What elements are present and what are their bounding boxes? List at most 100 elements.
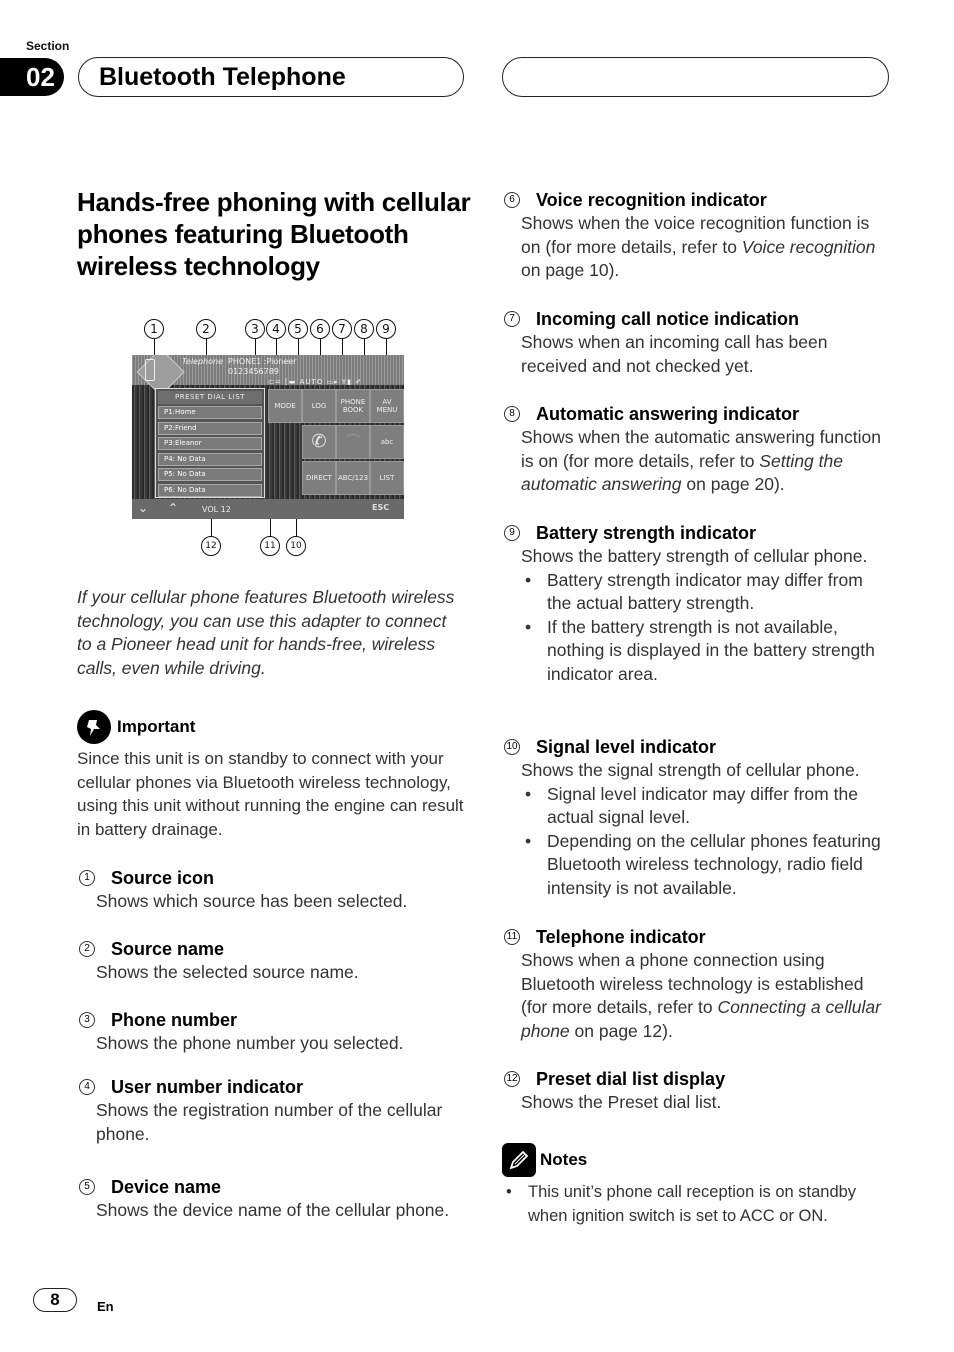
legend-item-desc: Shows which source has been selected. xyxy=(96,891,408,911)
header-blank-pill xyxy=(502,57,889,97)
esc-button[interactable]: ESC xyxy=(372,503,389,512)
legend-number-badge: 10 xyxy=(504,739,520,755)
preset-dial-title: PRESET DIAL LIST xyxy=(158,391,262,404)
preset-row[interactable]: P5: No Data xyxy=(158,468,262,481)
volume-label: VOL 12 xyxy=(202,505,231,514)
direct-button[interactable]: DIRECT xyxy=(302,461,336,495)
scroll-down-button[interactable]: ⌄ xyxy=(138,501,148,515)
av-menu-button[interactable]: AV MENU xyxy=(370,389,404,423)
notes-list: This unit’s phone call reception is on s… xyxy=(502,1181,892,1228)
callout-6: 6 xyxy=(310,319,330,339)
callout-8: 8 xyxy=(354,319,374,339)
legend-item-heading: Automatic answering indicator xyxy=(536,404,800,424)
legend-item-heading: Phone number xyxy=(111,1010,238,1030)
legend-number-badge: 7 xyxy=(504,311,520,327)
legend-item-heading: Voice recognition indicator xyxy=(536,190,767,210)
legend-item-desc: Shows when a phone connection using Blue… xyxy=(502,949,882,1043)
legend-item-heading: Source icon xyxy=(111,868,215,888)
incoming-call-icon: ▭▸ xyxy=(326,378,339,386)
legend-item-7: 7 Incoming call notice indication Shows wh… xyxy=(502,307,882,378)
abc-123-button[interactable]: ABC/123 xyxy=(336,461,370,495)
legend-item-heading: Source name xyxy=(111,939,225,959)
log-button[interactable]: LOG xyxy=(302,389,336,423)
desc-text: on page 10). xyxy=(521,260,620,281)
preset-row[interactable]: P1:Home xyxy=(158,406,262,419)
legend-number-badge: 1 xyxy=(79,870,95,886)
phone-book-button[interactable]: PHONE BOOK xyxy=(336,389,370,423)
callout-12: 12 xyxy=(201,536,221,556)
call-button[interactable]: ✆ xyxy=(302,425,336,459)
mode-button[interactable]: MODE xyxy=(268,389,302,423)
list-button[interactable]: LIST xyxy=(370,461,404,495)
legend-bullets: Battery strength indicator may differ fr… xyxy=(502,569,882,687)
legend-item-11: 11 Telephone indicator Shows when a phone … xyxy=(502,925,882,1043)
important-header: Important xyxy=(77,710,195,744)
preset-row[interactable]: P3:Eleanor xyxy=(158,437,262,450)
legend-item-9: 9 Battery strength indicator Shows the bat… xyxy=(502,521,882,687)
legend-item-heading: Preset dial list display xyxy=(536,1069,726,1089)
legend-item-6: 6 Voice recognition indicator Shows when t… xyxy=(502,188,882,283)
legend-item-title: 9 Battery strength indicator xyxy=(502,521,882,545)
page-heading: Hands-free phoning with cellular phones … xyxy=(77,187,471,281)
legend-item-heading: Signal level indicator xyxy=(536,737,717,757)
callout-9: 9 xyxy=(376,319,396,339)
language-code: En xyxy=(97,1299,114,1314)
section-title: Bluetooth Telephone xyxy=(78,57,464,97)
page-number: 8 xyxy=(33,1288,77,1312)
legend-item-1: 1 Source icon Shows which source has been … xyxy=(77,866,457,914)
legend-item-title: 8 Automatic answering indicator xyxy=(502,402,882,426)
status-icons-row: ⊂= [▬ AUTO ▭▸ Y▮ ✐ xyxy=(268,378,362,386)
legend-item-desc: Shows the signal strength of cellular ph… xyxy=(521,760,860,780)
legend-item-2: 2 Source name Shows the selected source na… xyxy=(77,937,457,985)
legend-number-badge: 4 xyxy=(79,1079,95,1095)
legend-item-8: 8 Automatic answering indicator Shows when… xyxy=(502,402,882,497)
legend-item-3: 3 Phone number Shows the phone number you … xyxy=(77,1008,457,1056)
legend-number-badge: 2 xyxy=(79,941,95,957)
legend-item-title: 12 Preset dial list display xyxy=(502,1067,882,1091)
cross-reference: Voice recognition xyxy=(741,236,876,257)
signal-level-icon: [▬ xyxy=(284,378,297,386)
phone-icon xyxy=(145,359,155,381)
bullet-item: Signal level indicator may differ from t… xyxy=(521,783,882,830)
legend-item-desc: Shows the phone number you selected. xyxy=(96,1033,404,1053)
callout-5: 5 xyxy=(288,319,308,339)
legend-item-heading: Battery strength indicator xyxy=(536,523,757,543)
legend-item-desc: Shows when an incoming call has been rec… xyxy=(521,332,828,376)
preset-row[interactable]: P6: No Data xyxy=(158,483,262,497)
legend-item-desc: Shows the battery strength of cellular p… xyxy=(521,546,868,566)
legend-number-badge: 11 xyxy=(504,929,520,945)
legend-item-heading: Telephone indicator xyxy=(536,927,706,947)
abc-button[interactable]: abc xyxy=(370,425,404,459)
callout-7: 7 xyxy=(332,319,352,339)
bullet-item: If the battery strength is not available… xyxy=(521,616,882,687)
legend-item-heading: Device name xyxy=(111,1177,222,1197)
legend-item-desc: Shows when the voice recognition functio… xyxy=(502,212,882,283)
preset-row[interactable]: P2:Friend xyxy=(158,421,262,435)
battery-icon: ✐ xyxy=(355,378,363,386)
preset-row[interactable]: P4: No Data xyxy=(158,452,262,466)
screen-phone-label: PHONE1 :Pioneer xyxy=(228,357,297,366)
voice-recognition-indicator: AUTO xyxy=(299,378,324,386)
note-item: This unit’s phone call reception is on s… xyxy=(502,1181,892,1228)
legend-item-title: 3 Phone number xyxy=(77,1008,457,1032)
section-number-badge: 02 xyxy=(0,58,64,96)
telephone-indicator-icon: ⊂= xyxy=(268,378,282,386)
scroll-up-button[interactable]: ⌃ xyxy=(168,501,178,515)
hang-up-button[interactable]: ⌒ xyxy=(336,425,370,459)
legend-number-badge: 6 xyxy=(504,192,520,208)
legend-item-4: 4 User number indicator Shows the registra… xyxy=(77,1075,457,1146)
notes-title: Notes xyxy=(540,1150,588,1169)
screen-bottom-bar: ⌄ ⌃ VOL 12 ESC xyxy=(132,499,404,519)
legend-number-badge: 12 xyxy=(504,1071,520,1087)
legend-bullets: Signal level indicator may differ from t… xyxy=(502,783,882,901)
legend-item-title: 4 User number indicator xyxy=(77,1075,457,1099)
preset-dial-list: PRESET DIAL LIST P1:Home P2:Friend P3:El… xyxy=(155,388,265,498)
screen-phone-number: 0123456789 xyxy=(228,367,279,376)
pushpin-icon xyxy=(77,710,111,744)
hang-up-icon: ⌒ xyxy=(346,434,360,450)
legend-item-desc: Shows when the automatic answering funct… xyxy=(502,426,882,497)
legend-item-desc: Shows the selected source name. xyxy=(96,962,359,982)
antenna-icon: Y▮ xyxy=(341,378,353,386)
legend-item-10: 10 Signal level indicator Shows the signal… xyxy=(502,735,882,901)
legend-item-title: 7 Incoming call notice indication xyxy=(502,307,882,331)
